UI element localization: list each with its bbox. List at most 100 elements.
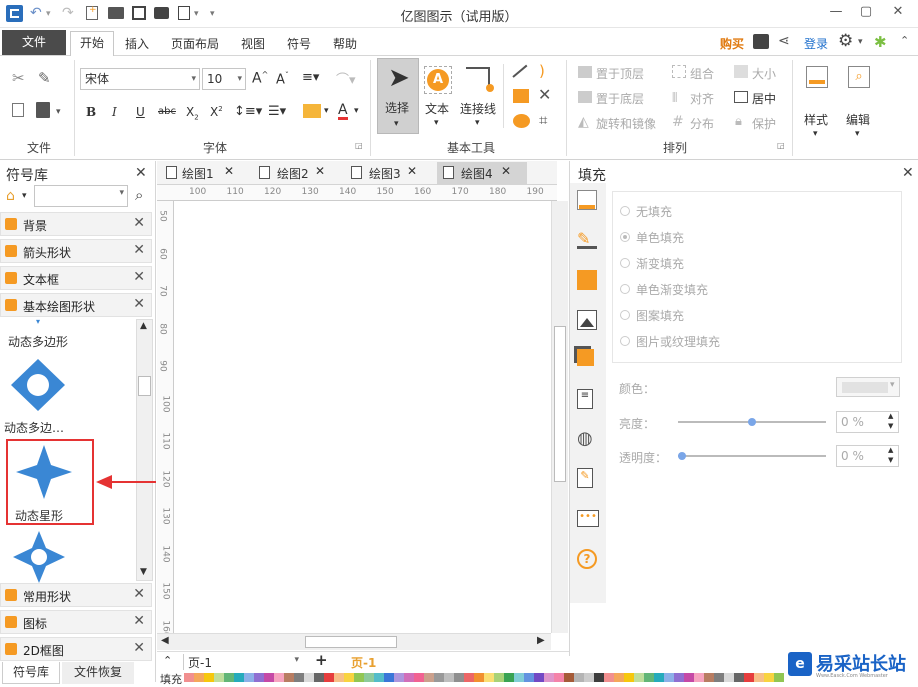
palette-swatch[interactable]	[554, 673, 564, 682]
palette-swatch[interactable]	[284, 673, 294, 682]
text-highlight-icon[interactable]	[303, 104, 321, 118]
palette-swatch[interactable]	[644, 673, 654, 682]
highlight-dropdown-icon[interactable]: ▾	[324, 106, 329, 116]
palette-swatch[interactable]	[474, 673, 484, 682]
settings-dropdown-icon[interactable]: ▾	[858, 37, 863, 47]
tab-insert[interactable]: 插入	[125, 35, 149, 52]
group-button[interactable]: 组合	[690, 65, 714, 82]
palette-swatch[interactable]	[504, 673, 514, 682]
close-tab-icon[interactable]: ✕	[501, 164, 511, 178]
palette-swatch[interactable]	[664, 673, 674, 682]
palette-swatch[interactable]	[624, 673, 634, 682]
brightness-spinbox[interactable]: 0 % ▲ ▼	[836, 411, 899, 433]
palette-swatch[interactable]	[714, 673, 724, 682]
spin-down-icon[interactable]: ▼	[888, 422, 893, 430]
scroll-thumb[interactable]	[138, 376, 151, 396]
arrange-dialog-launcher-icon[interactable]: ◲	[777, 141, 785, 150]
palette-swatch[interactable]	[614, 673, 624, 682]
shrink-font-icon[interactable]: Aˇ	[276, 71, 289, 87]
close-icon[interactable]: ✕	[133, 296, 145, 312]
center-button[interactable]: 居中	[752, 90, 776, 107]
distribute-button[interactable]: 分布	[690, 115, 714, 132]
home-dropdown-icon[interactable]: ▾	[22, 191, 27, 201]
library-category-arrows[interactable]: 箭头形状 ✕	[0, 239, 152, 263]
palette-swatch[interactable]	[764, 673, 774, 682]
lock-icon[interactable]: 🔒︎	[735, 114, 742, 129]
add-page-icon[interactable]: +	[315, 651, 328, 669]
palette-swatch[interactable]	[314, 673, 324, 682]
tab-page-layout[interactable]: 页面布局	[171, 35, 219, 52]
tab-help[interactable]: 帮助	[333, 35, 357, 52]
font-size-select[interactable]: 10 ▾	[202, 68, 246, 90]
fill-option-solid[interactable]: 单色填充	[620, 229, 770, 245]
palette-swatch[interactable]	[354, 673, 364, 682]
close-icon[interactable]: ✕	[133, 640, 145, 656]
shape-dynamic-star[interactable]: 动态星形	[6, 439, 94, 525]
close-icon[interactable]: ✕	[133, 586, 145, 602]
bold-icon[interactable]: B	[86, 105, 96, 119]
palette-swatch[interactable]	[214, 673, 224, 682]
close-tab-icon[interactable]: ✕	[224, 164, 234, 178]
page-properties-icon[interactable]: ≡	[577, 389, 593, 409]
paragraph-align-icon[interactable]: ≡▾	[302, 70, 319, 85]
cross-line-icon[interactable]: ✕	[538, 85, 551, 104]
shape-dynamic-star-circle[interactable]	[10, 531, 68, 583]
spin-up-icon[interactable]: ▲	[888, 446, 893, 454]
underline-icon[interactable]: U	[136, 105, 145, 119]
palette-swatch[interactable]	[264, 673, 274, 682]
strikethrough-icon[interactable]: abc	[158, 106, 176, 117]
size-button[interactable]: 大小	[752, 65, 776, 82]
font-color-dropdown-icon[interactable]: ▾	[354, 106, 359, 116]
drawing-canvas[interactable]	[175, 201, 551, 633]
scroll-right-icon[interactable]: ▶	[537, 635, 545, 646]
tab-file-recovery[interactable]: 文件恢复	[62, 662, 134, 684]
rectangle-shape-icon[interactable]	[513, 89, 529, 103]
collapse-ribbon-icon[interactable]: ⌃	[900, 34, 909, 47]
palette-swatch[interactable]	[724, 673, 734, 682]
page-select[interactable]: 页-1 ▾	[183, 654, 301, 670]
spin-down-icon[interactable]: ▼	[888, 456, 893, 464]
share-icon[interactable]: ⋖	[778, 33, 790, 49]
canvas-vertical-scrollbar[interactable]	[551, 201, 568, 633]
home-icon[interactable]: ⌂	[6, 188, 15, 204]
bring-to-top-button[interactable]: 置于顶层	[596, 65, 644, 82]
library-category-2d-block[interactable]: 2D框图 ✕	[0, 637, 152, 661]
palette-swatch[interactable]	[244, 673, 254, 682]
palette-swatch[interactable]	[594, 673, 604, 682]
brightness-slider[interactable]	[678, 418, 826, 426]
close-tab-icon[interactable]: ✕	[315, 164, 325, 178]
send-to-bottom-button[interactable]: 置于底层	[596, 90, 644, 107]
slider-handle[interactable]	[748, 418, 756, 426]
center-icon[interactable]	[734, 91, 748, 103]
palette-swatch[interactable]	[754, 673, 764, 682]
palette-swatch[interactable]	[274, 673, 284, 682]
palette-swatch[interactable]	[254, 673, 264, 682]
palette-swatch[interactable]	[234, 673, 244, 682]
rotate-mirror-button[interactable]: 旋转和镜像	[596, 115, 656, 132]
palette-swatch[interactable]	[574, 673, 584, 682]
shape-dynamic-polygon[interactable]	[8, 357, 68, 413]
palette-swatch[interactable]	[654, 673, 664, 682]
font-color-icon[interactable]: A	[338, 103, 348, 120]
size-icon[interactable]	[734, 65, 748, 78]
paste-icon[interactable]	[36, 102, 50, 118]
subscript-icon[interactable]: X2	[186, 105, 199, 121]
group-icon[interactable]	[672, 65, 686, 78]
close-icon[interactable]: ✕	[133, 269, 145, 285]
palette-swatch[interactable]	[684, 673, 694, 682]
library-category-basic-shapes[interactable]: 基本绘图形状 ✕	[0, 293, 152, 317]
bullet-list-icon[interactable]: ☰▾	[268, 104, 286, 119]
palette-swatch[interactable]	[294, 673, 304, 682]
tab-home[interactable]: 开始	[70, 31, 114, 56]
layer-icon[interactable]	[577, 349, 594, 366]
buy-link[interactable]: 购买	[720, 35, 744, 52]
superscript-icon[interactable]: X2	[210, 105, 223, 119]
palette-swatch[interactable]	[694, 673, 704, 682]
close-icon[interactable]: ✕	[133, 215, 145, 231]
scroll-left-icon[interactable]: ◀	[161, 635, 169, 646]
comment-icon[interactable]: •••	[577, 510, 599, 527]
settings-gear-icon[interactable]: ⚙	[838, 31, 853, 51]
close-library-icon[interactable]: ✕	[135, 165, 147, 181]
close-icon[interactable]: ✕	[133, 613, 145, 629]
scroll-down-icon[interactable]: ▼	[140, 567, 147, 577]
